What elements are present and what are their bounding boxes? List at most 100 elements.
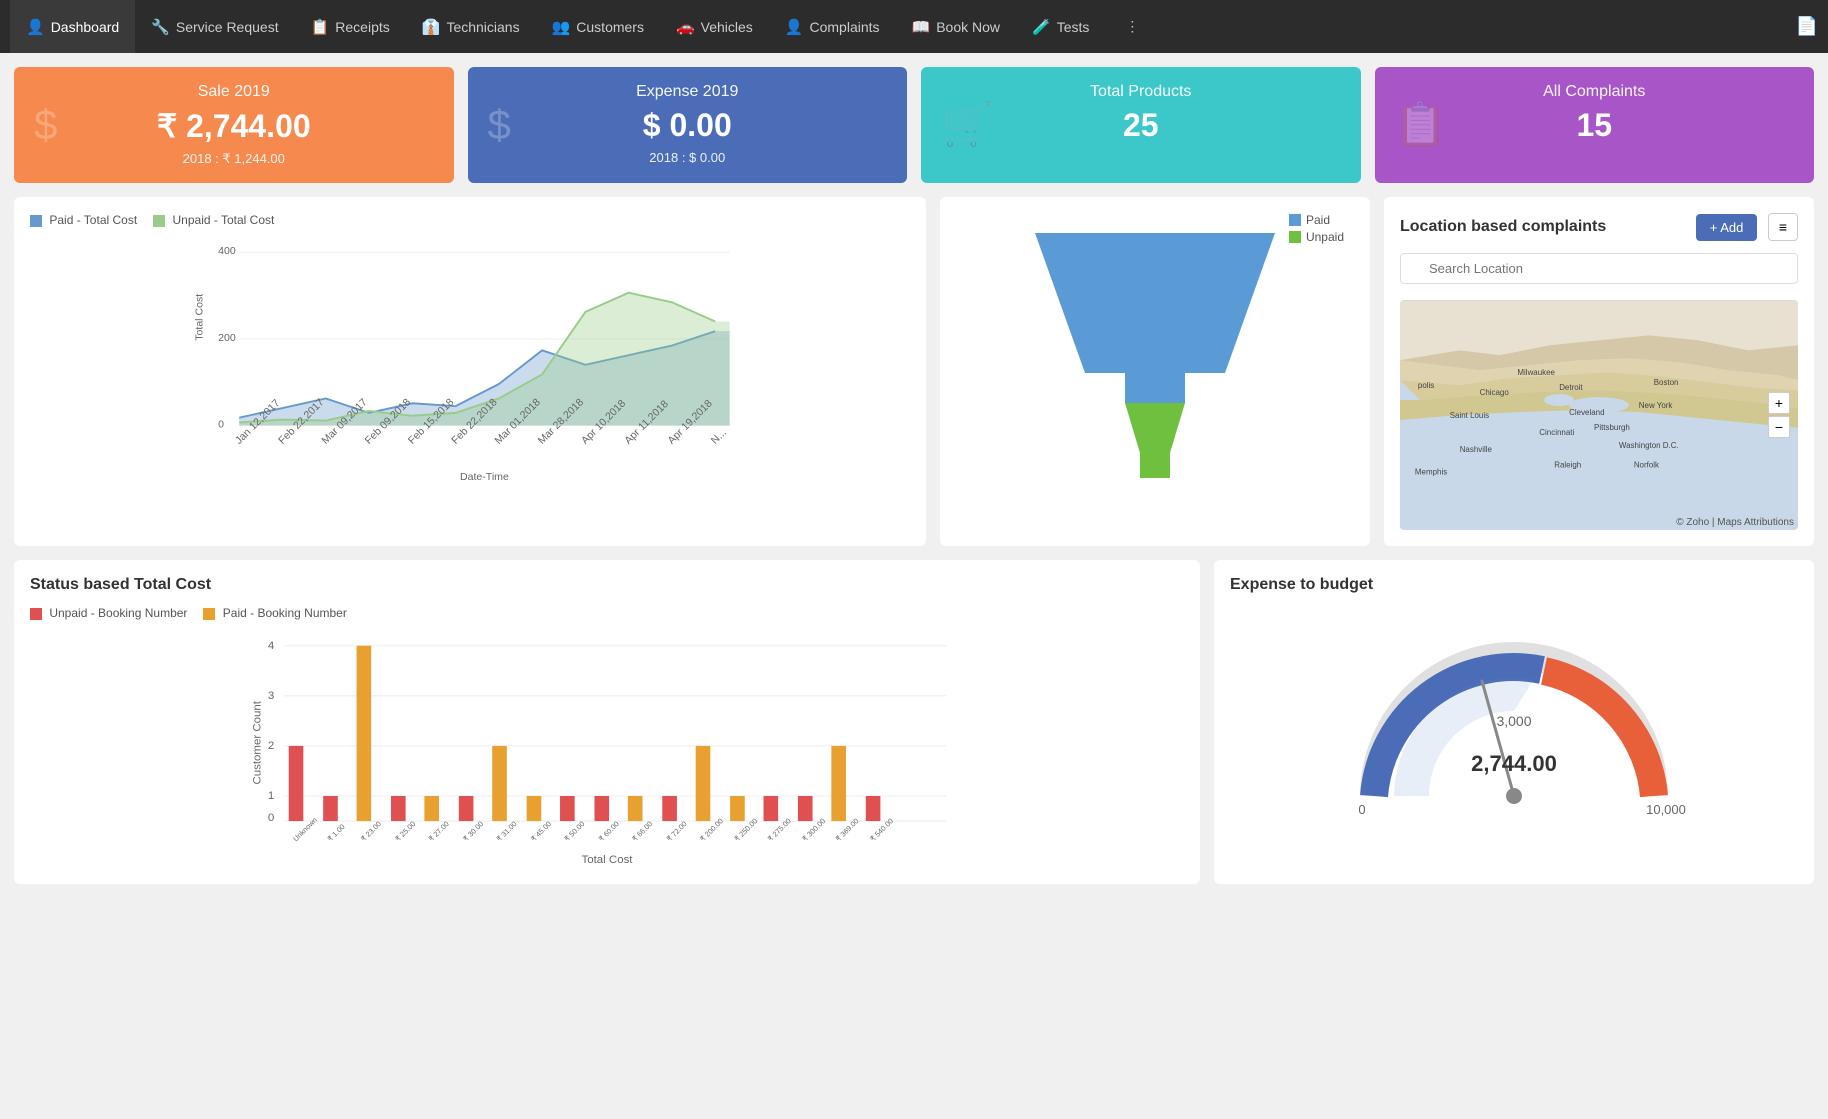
bar-y-1: 1 xyxy=(268,790,274,802)
map-city-norfolk: Norfolk xyxy=(1634,461,1659,470)
menu-button[interactable]: ≡ xyxy=(1768,213,1798,241)
paid-bar-legend: Paid - Booking Number xyxy=(203,606,346,620)
technicians-icon: 👔 xyxy=(422,18,441,36)
gauge-orange-arc xyxy=(1544,671,1654,796)
nav-more[interactable]: ⋮ xyxy=(1109,0,1155,53)
bar-unknown-unpaid xyxy=(289,746,304,821)
status-cost-panel: Status based Total Cost Unpaid - Booking… xyxy=(14,560,1200,884)
receipts-icon: 📋 xyxy=(311,18,330,36)
nav-receipts[interactable]: 📋 Receipts xyxy=(295,0,406,53)
charts-row: Paid - Total Cost Unpaid - Total Cost 40… xyxy=(0,183,1828,560)
map-city-pittsburgh: Pittsburgh xyxy=(1594,423,1630,432)
nav-tests[interactable]: 🧪 Tests xyxy=(1016,0,1105,53)
funnel-stem-top xyxy=(1125,373,1185,403)
bar-45-paid xyxy=(527,796,542,821)
map-city-stlouis: Saint Louis xyxy=(1450,411,1489,420)
map-city-newyork: New York xyxy=(1639,401,1673,410)
x-label-12: N... xyxy=(709,427,729,447)
map-city-cincinnati: Cincinnati xyxy=(1539,428,1574,437)
funnel-unpaid-dot xyxy=(1289,231,1301,243)
unpaid-bar-dot xyxy=(30,608,42,620)
gauge-svg: 0 10,000 3,000 2,744.00 xyxy=(1314,596,1714,856)
nav-tests-label: Tests xyxy=(1057,19,1090,35)
unpaid-bar-label: Unpaid - Booking Number xyxy=(49,606,187,620)
map-city-cleveland: Cleveland xyxy=(1569,408,1604,417)
bar-x-23: ₹ 23.00 xyxy=(359,819,383,843)
expense-budget-title: Expense to budget xyxy=(1230,576,1798,594)
add-button[interactable]: + Add xyxy=(1696,214,1758,241)
line-chart-svg: 400 200 0 Total Cost Jan 12,2017 Feb 22,… xyxy=(30,235,910,485)
bar-x-45: ₹ 45.00 xyxy=(529,819,553,843)
nav-customers[interactable]: 👥 Customers xyxy=(536,0,660,53)
nav-vehicles[interactable]: 🚗 Vehicles xyxy=(660,0,769,53)
bar-y-0: 0 xyxy=(268,812,274,824)
summary-row: $ Sale 2019 ₹ 2,744.00 2018 : ₹ 1,244.00… xyxy=(0,53,1828,183)
bar-x-60: ₹ 60.00 xyxy=(597,819,621,843)
paid-legend-label: Paid - Total Cost xyxy=(49,213,137,227)
map-city-raleigh: Raleigh xyxy=(1554,461,1581,470)
status-cost-legend: Unpaid - Booking Number Paid - Booking N… xyxy=(30,606,1184,620)
location-header: Location based complaints + Add ≡ xyxy=(1400,213,1798,241)
map-zoom-controls: + − xyxy=(1768,392,1790,438)
nav-service-request[interactable]: 🔧 Service Request xyxy=(135,0,294,53)
complaints-card: 📋 All Complaints 15 xyxy=(1375,67,1815,183)
nav-customers-label: Customers xyxy=(576,19,644,35)
bar-chart-svg: 4 3 2 1 0 Customer Count xyxy=(30,628,1184,868)
location-buttons: + Add ≡ xyxy=(1696,213,1798,241)
complaints-card-icon: 📋 xyxy=(1395,101,1447,150)
nav-right-icon[interactable]: 📄 xyxy=(1796,16,1818,37)
nav-book-now[interactable]: 📖 Book Now xyxy=(896,0,1017,53)
complaints-icon: 👤 xyxy=(785,18,804,36)
sale-sub: 2018 : ₹ 1,244.00 xyxy=(34,151,434,167)
sale-title: Sale 2019 xyxy=(34,83,434,101)
y-label-0: 0 xyxy=(218,418,224,430)
nav-dashboard-label: Dashboard xyxy=(51,19,120,35)
expense-title: Expense 2019 xyxy=(488,83,888,101)
bar-23-paid xyxy=(357,646,372,821)
unpaid-legend: Unpaid - Total Cost xyxy=(153,213,274,227)
nav-dashboard[interactable]: 👤 Dashboard xyxy=(10,0,135,53)
products-icon: 🛒 xyxy=(941,101,993,150)
gauge-center xyxy=(1506,788,1522,804)
bar-72-unpaid xyxy=(662,796,677,821)
map-city-detroit: Detroit xyxy=(1559,383,1583,392)
nav-vehicles-label: Vehicles xyxy=(701,19,753,35)
funnel-legend: Paid Unpaid xyxy=(1289,213,1344,247)
more-icon: ⋮ xyxy=(1125,18,1139,35)
unpaid-legend-dot xyxy=(153,215,165,227)
bar-x-50: ₹ 50.00 xyxy=(562,819,586,843)
y-axis-title: Total Cost xyxy=(194,294,206,341)
map-lake2 xyxy=(1544,394,1574,406)
paid-bar-dot xyxy=(203,608,215,620)
gauge-area: 0 10,000 3,000 2,744.00 xyxy=(1230,606,1798,846)
products-card: 🛒 Total Products 25 xyxy=(921,67,1361,183)
location-title: Location based complaints xyxy=(1400,218,1606,236)
nav-technicians[interactable]: 👔 Technicians xyxy=(406,0,536,53)
y-label-400: 400 xyxy=(218,245,236,257)
bar-chart-area: 4 3 2 1 0 Customer Count xyxy=(30,628,1184,868)
map-container: polis Chicago Detroit Cleveland Boston N… xyxy=(1400,300,1798,530)
bar-60-unpaid xyxy=(594,796,609,821)
sale-icon: $ xyxy=(34,101,57,149)
nav-service-request-label: Service Request xyxy=(176,19,279,35)
sale-value: ₹ 2,744.00 xyxy=(34,107,434,145)
line-chart-area: 400 200 0 Total Cost Jan 12,2017 Feb 22,… xyxy=(30,235,910,485)
gauge-value: 2,744.00 xyxy=(1471,751,1557,776)
nav-complaints[interactable]: 👤 Complaints xyxy=(769,0,896,53)
bar-x-66: ₹ 66.00 xyxy=(630,819,654,843)
zoom-in-button[interactable]: + xyxy=(1768,392,1790,414)
expense-value: $ 0.00 xyxy=(488,107,888,144)
customers-icon: 👥 xyxy=(552,18,571,36)
zoom-out-button[interactable]: − xyxy=(1768,416,1790,438)
expense-budget-panel: Expense to budget 0 10,000 3,000 xyxy=(1214,560,1814,884)
map-search-input[interactable] xyxy=(1400,253,1798,284)
status-cost-title: Status based Total Cost xyxy=(30,576,1184,594)
funnel-base xyxy=(1140,453,1170,478)
funnel-chart-panel: Paid Unpaid xyxy=(940,197,1370,546)
bar-275-unpaid xyxy=(764,796,779,821)
bar-y-title: Customer Count xyxy=(252,700,264,784)
right-icon: 📄 xyxy=(1796,16,1818,36)
paid-legend-dot xyxy=(30,215,42,227)
funnel-bottom xyxy=(1125,403,1185,453)
funnel-svg xyxy=(1015,213,1295,493)
